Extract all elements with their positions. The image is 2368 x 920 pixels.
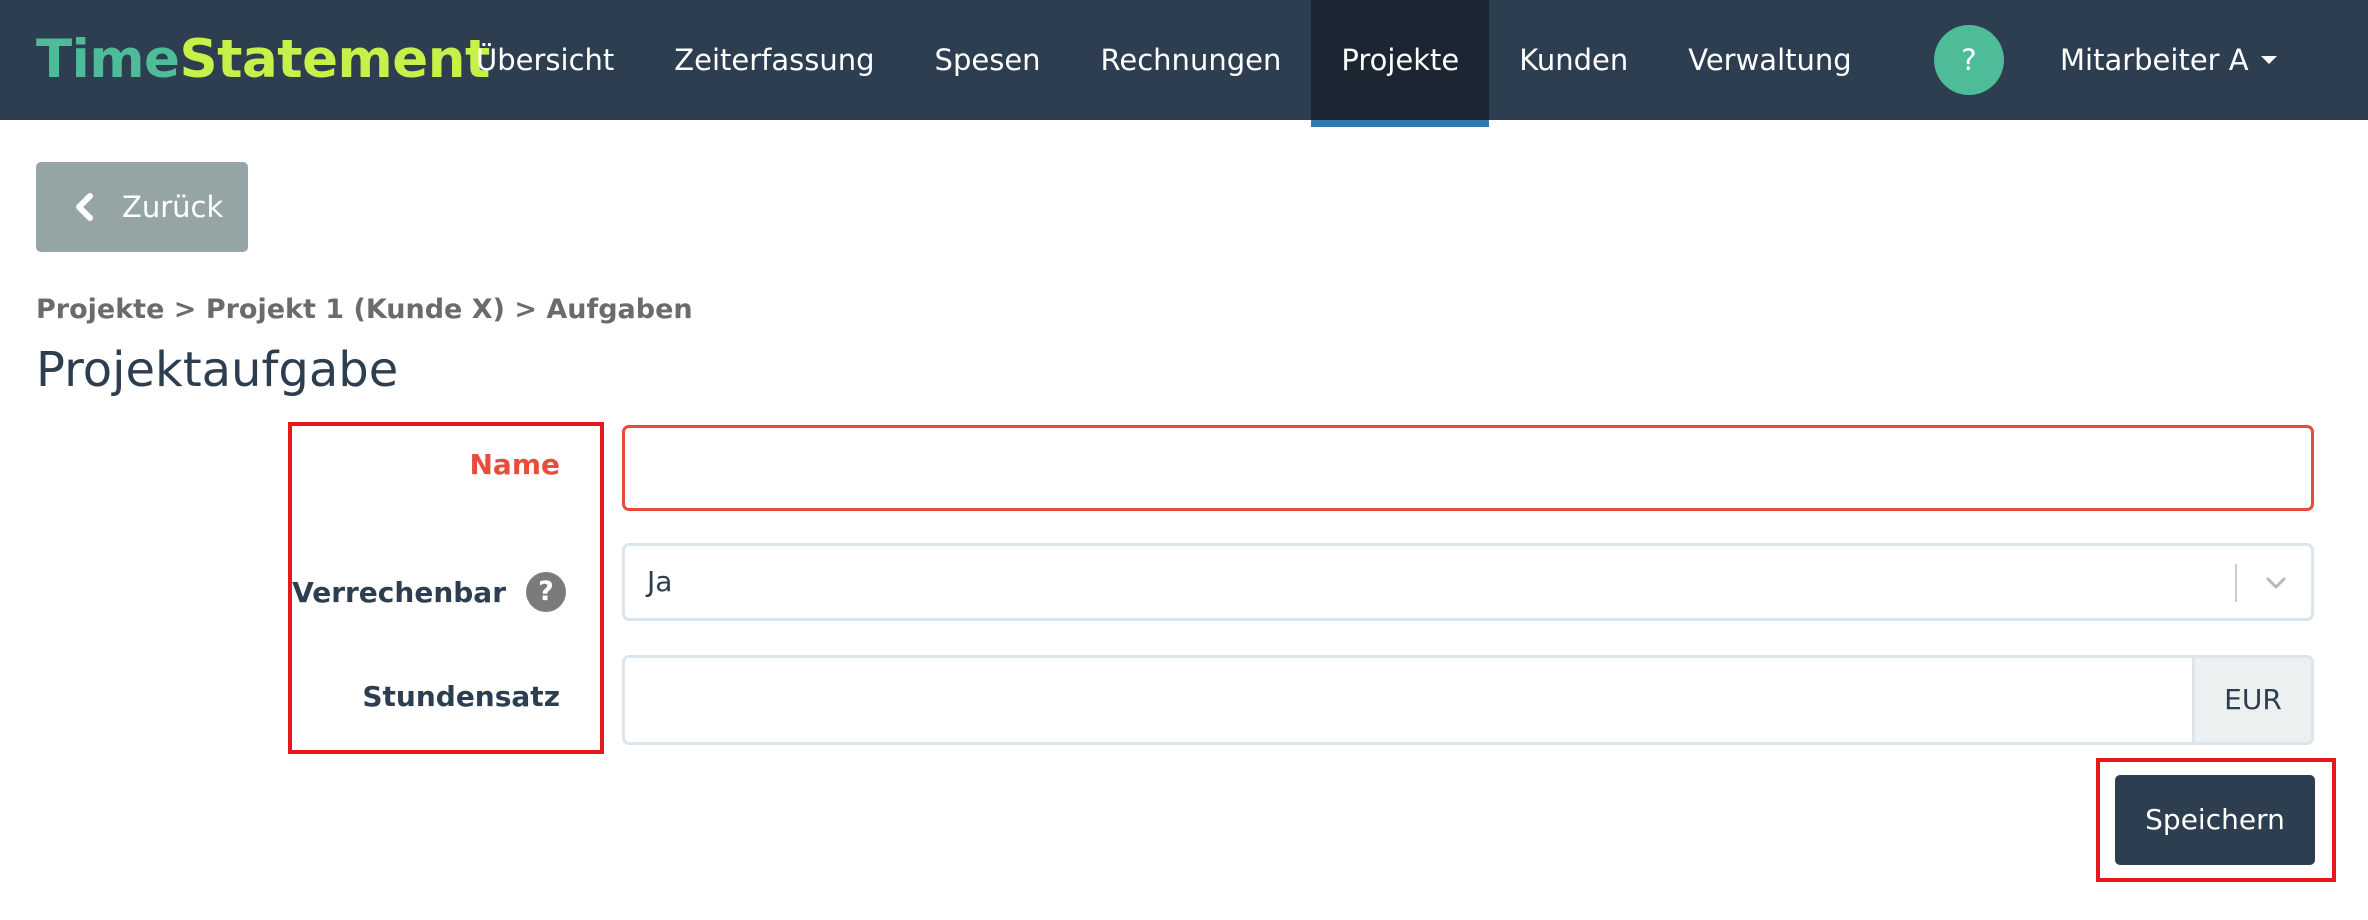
top-navbar: TimeStatement Übersicht Zeiterfassung Sp… <box>0 0 2368 127</box>
stundensatz-input[interactable] <box>622 655 2194 745</box>
verrechenbar-label-text: Verrechenbar <box>292 575 506 609</box>
back-button-label: Zurück <box>122 190 224 224</box>
name-label-text: Name <box>469 448 561 481</box>
nav-item-verwaltung[interactable]: Verwaltung <box>1658 0 1881 120</box>
stundensatz-label: Stundensatz <box>362 680 560 713</box>
nav-item-zeiterfassung[interactable]: Zeiterfassung <box>644 0 904 120</box>
verrechenbar-select[interactable]: Ja <box>622 543 2314 621</box>
brand-time: Time <box>36 29 180 90</box>
currency-addon: EUR <box>2192 655 2314 745</box>
name-input[interactable] <box>622 425 2314 511</box>
chevron-down-icon <box>2266 577 2286 589</box>
caret-down-icon <box>2260 56 2277 64</box>
verrechenbar-label: Verrechenbar ? <box>292 572 566 612</box>
user-menu-dropdown[interactable]: Mitarbeiter A <box>2060 0 2277 120</box>
select-separator <box>2235 564 2237 602</box>
brand-statement: Statement <box>179 29 491 90</box>
breadcrumb: Projekte > Projekt 1 (Kunde X) > Aufgabe… <box>36 294 693 325</box>
question-help-icon[interactable]: ? <box>526 572 566 612</box>
help-button[interactable]: ? <box>1934 25 2004 95</box>
back-button[interactable]: Zurück <box>36 162 248 252</box>
nav-item-projekte[interactable]: Projekte <box>1311 0 1490 127</box>
chevron-left-icon <box>76 193 93 221</box>
nav-item-spesen[interactable]: Spesen <box>905 0 1071 120</box>
nav-item-uebersicht[interactable]: Übersicht <box>446 0 644 120</box>
nav-item-rechnungen[interactable]: Rechnungen <box>1071 0 1312 120</box>
brand-logo[interactable]: TimeStatement <box>36 0 490 120</box>
page-title: Projektaufgabe <box>36 342 399 398</box>
name-label: Name <box>470 448 561 481</box>
nav-item-kunden[interactable]: Kunden <box>1489 0 1658 120</box>
stundensatz-label-text: Stundensatz <box>362 680 560 713</box>
save-button[interactable]: Speichern <box>2115 775 2315 865</box>
verrechenbar-select-value: Ja <box>647 565 673 598</box>
user-menu-label: Mitarbeiter A <box>2060 43 2249 77</box>
main-nav: Übersicht Zeiterfassung Spesen Rechnunge… <box>446 0 1882 127</box>
stundensatz-input-group: EUR <box>622 655 2314 745</box>
